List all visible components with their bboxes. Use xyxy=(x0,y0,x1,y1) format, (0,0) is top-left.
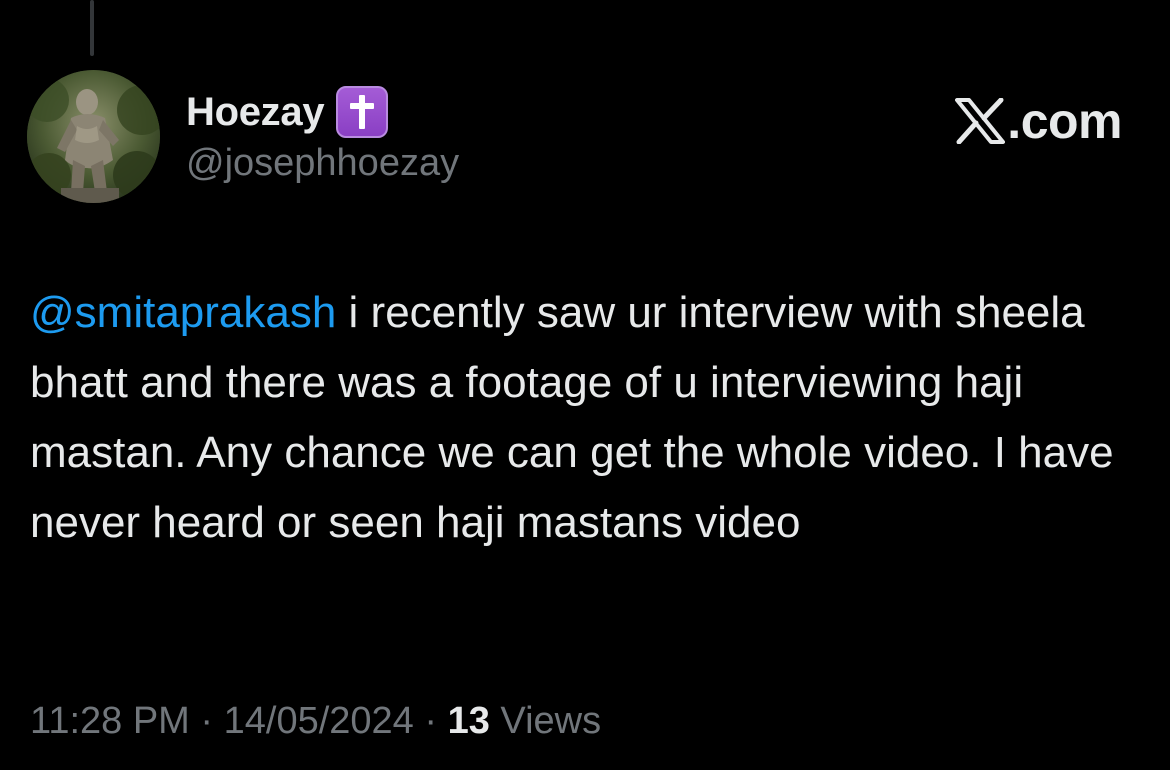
meta-separator: · xyxy=(189,700,224,742)
tweet-meta: 11:28 PM · 14/05/2024 · 13 Views xyxy=(30,700,601,743)
brand-domain: .com xyxy=(1007,93,1122,149)
views-count: 13 xyxy=(447,700,490,742)
tweet-time[interactable]: 11:28 PM xyxy=(30,700,190,743)
mention-link[interactable]: @smitaprakash xyxy=(30,288,336,337)
x-logo-icon xyxy=(955,98,1006,144)
statue-avatar-icon xyxy=(27,70,160,203)
author-handle[interactable]: @josephhoezay xyxy=(186,142,459,185)
author-display-name[interactable]: Hoezay xyxy=(186,90,325,135)
tweet-body: @smitaprakash i recently saw ur intervie… xyxy=(30,278,1145,558)
author-name-row: Hoezay xyxy=(186,86,389,138)
latin-cross-icon xyxy=(336,86,389,138)
views-label: Views xyxy=(489,700,602,742)
thread-connector-line xyxy=(90,0,94,56)
meta-separator: · xyxy=(413,700,448,742)
tweet-date[interactable]: 14/05/2024 xyxy=(224,700,414,743)
avatar[interactable] xyxy=(27,70,160,203)
brand-watermark: .com xyxy=(955,90,1122,152)
